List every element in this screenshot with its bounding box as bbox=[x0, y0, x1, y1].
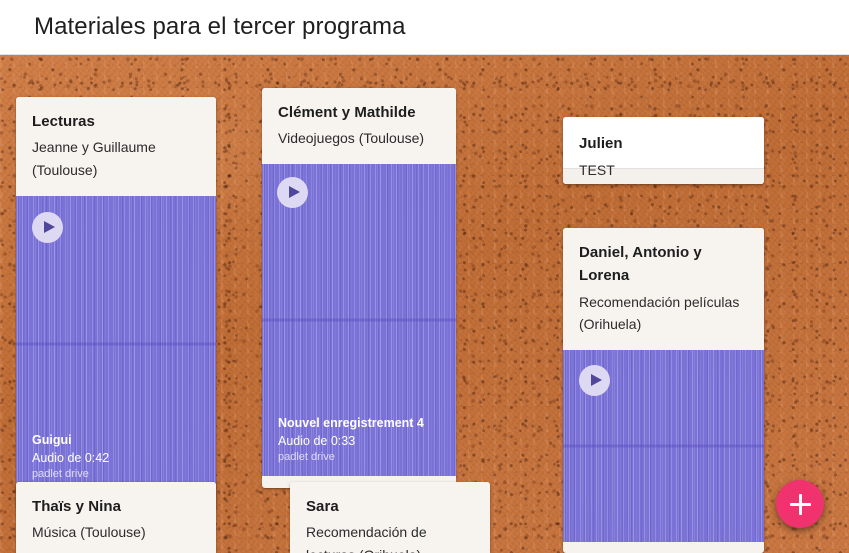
audio-metadata: Guigui Audio de 0:42 padlet drive bbox=[32, 432, 109, 482]
waveform-center-line bbox=[16, 342, 216, 346]
card-subject: Videojuegos (Toulouse) bbox=[278, 130, 425, 147]
card-subject: Música (Toulouse) bbox=[32, 524, 146, 541]
waveform-center-line bbox=[563, 444, 764, 448]
app-header: Materiales para el tercer programa bbox=[0, 0, 849, 55]
card-subject: Recomendación películas (Orihuela) bbox=[579, 293, 740, 333]
waveform-center-line bbox=[262, 318, 456, 322]
card-subject: Recomendación de lecturas (Orihuela) bbox=[306, 524, 427, 553]
audio-source: padlet drive bbox=[278, 451, 335, 464]
post-card-sara[interactable]: Sara Recomendación de lecturas (Orihuela… bbox=[290, 482, 490, 553]
audio-file-name: Nouvel enregistrement 4 bbox=[278, 416, 424, 431]
audio-duration: Audio de 0:42 bbox=[32, 450, 110, 465]
card-title: Lecturas bbox=[32, 113, 95, 130]
card-text-body: Thaïs y Nina Música (Toulouse) bbox=[16, 482, 216, 553]
audio-attachment[interactable]: Guigui Audio de 0:42 padlet drive bbox=[16, 195, 216, 493]
post-card-daniel-antonio-lorena[interactable]: Daniel, Antonio y Lorena Recomendación p… bbox=[563, 228, 764, 553]
audio-attachment[interactable]: Nouvel enregistrement 4 Audio de 0:33 pa… bbox=[262, 163, 456, 476]
play-icon[interactable] bbox=[32, 211, 63, 243]
add-post-button[interactable] bbox=[776, 480, 824, 528]
board-canvas[interactable]: Lecturas Jeanne y Guillaume (Toulouse) G… bbox=[0, 55, 849, 553]
post-card-lecturas[interactable]: Lecturas Jeanne y Guillaume (Toulouse) G… bbox=[16, 97, 216, 511]
card-subject: Jeanne y Guillaume (Toulouse) bbox=[32, 139, 156, 178]
play-triangle-glyph bbox=[288, 186, 300, 199]
card-title: Daniel, Antonio y Lorena bbox=[579, 244, 702, 285]
audio-file-name: Guigui bbox=[32, 433, 72, 448]
card-subject: TEST bbox=[579, 162, 615, 179]
padlet-board-app: Materiales para el tercer programa Lectu… bbox=[0, 0, 849, 553]
audio-source: padlet drive bbox=[32, 468, 89, 481]
audio-duration: Audio de 0:33 bbox=[278, 433, 356, 448]
card-subject-area: TEST bbox=[563, 162, 764, 184]
post-card-clement-mathilde[interactable]: Clément y Mathilde Videojuegos (Toulouse… bbox=[262, 88, 456, 488]
play-triangle-glyph bbox=[43, 221, 55, 234]
post-card-julien[interactable]: Julien TEST bbox=[563, 117, 764, 184]
audio-metadata: Nouvel enregistrement 4 Audio de 0:33 pa… bbox=[278, 415, 424, 465]
page-title: Materiales para el tercer programa bbox=[34, 13, 406, 40]
post-card-thais-nina[interactable]: Thaïs y Nina Música (Toulouse) bbox=[16, 482, 216, 553]
card-text-body: Daniel, Antonio y Lorena Recomendación p… bbox=[563, 228, 764, 350]
card-title: Julien bbox=[579, 135, 623, 152]
card-text-body: Lecturas Jeanne y Guillaume (Toulouse) bbox=[16, 97, 216, 196]
card-text-body: Sara Recomendación de lecturas (Orihuela… bbox=[290, 482, 490, 553]
plus-icon bbox=[789, 493, 811, 515]
play-icon[interactable] bbox=[277, 176, 308, 208]
card-title: Thaïs y Nina bbox=[32, 498, 121, 515]
audio-attachment[interactable] bbox=[563, 349, 764, 542]
card-text-body: Clément y Mathilde Videojuegos (Toulouse… bbox=[262, 88, 456, 164]
play-triangle-glyph bbox=[590, 374, 602, 387]
card-title: Sara bbox=[306, 498, 339, 515]
card-title: Clément y Mathilde bbox=[278, 104, 416, 121]
card-text-body: Julien bbox=[563, 117, 764, 169]
play-icon[interactable] bbox=[579, 364, 610, 396]
